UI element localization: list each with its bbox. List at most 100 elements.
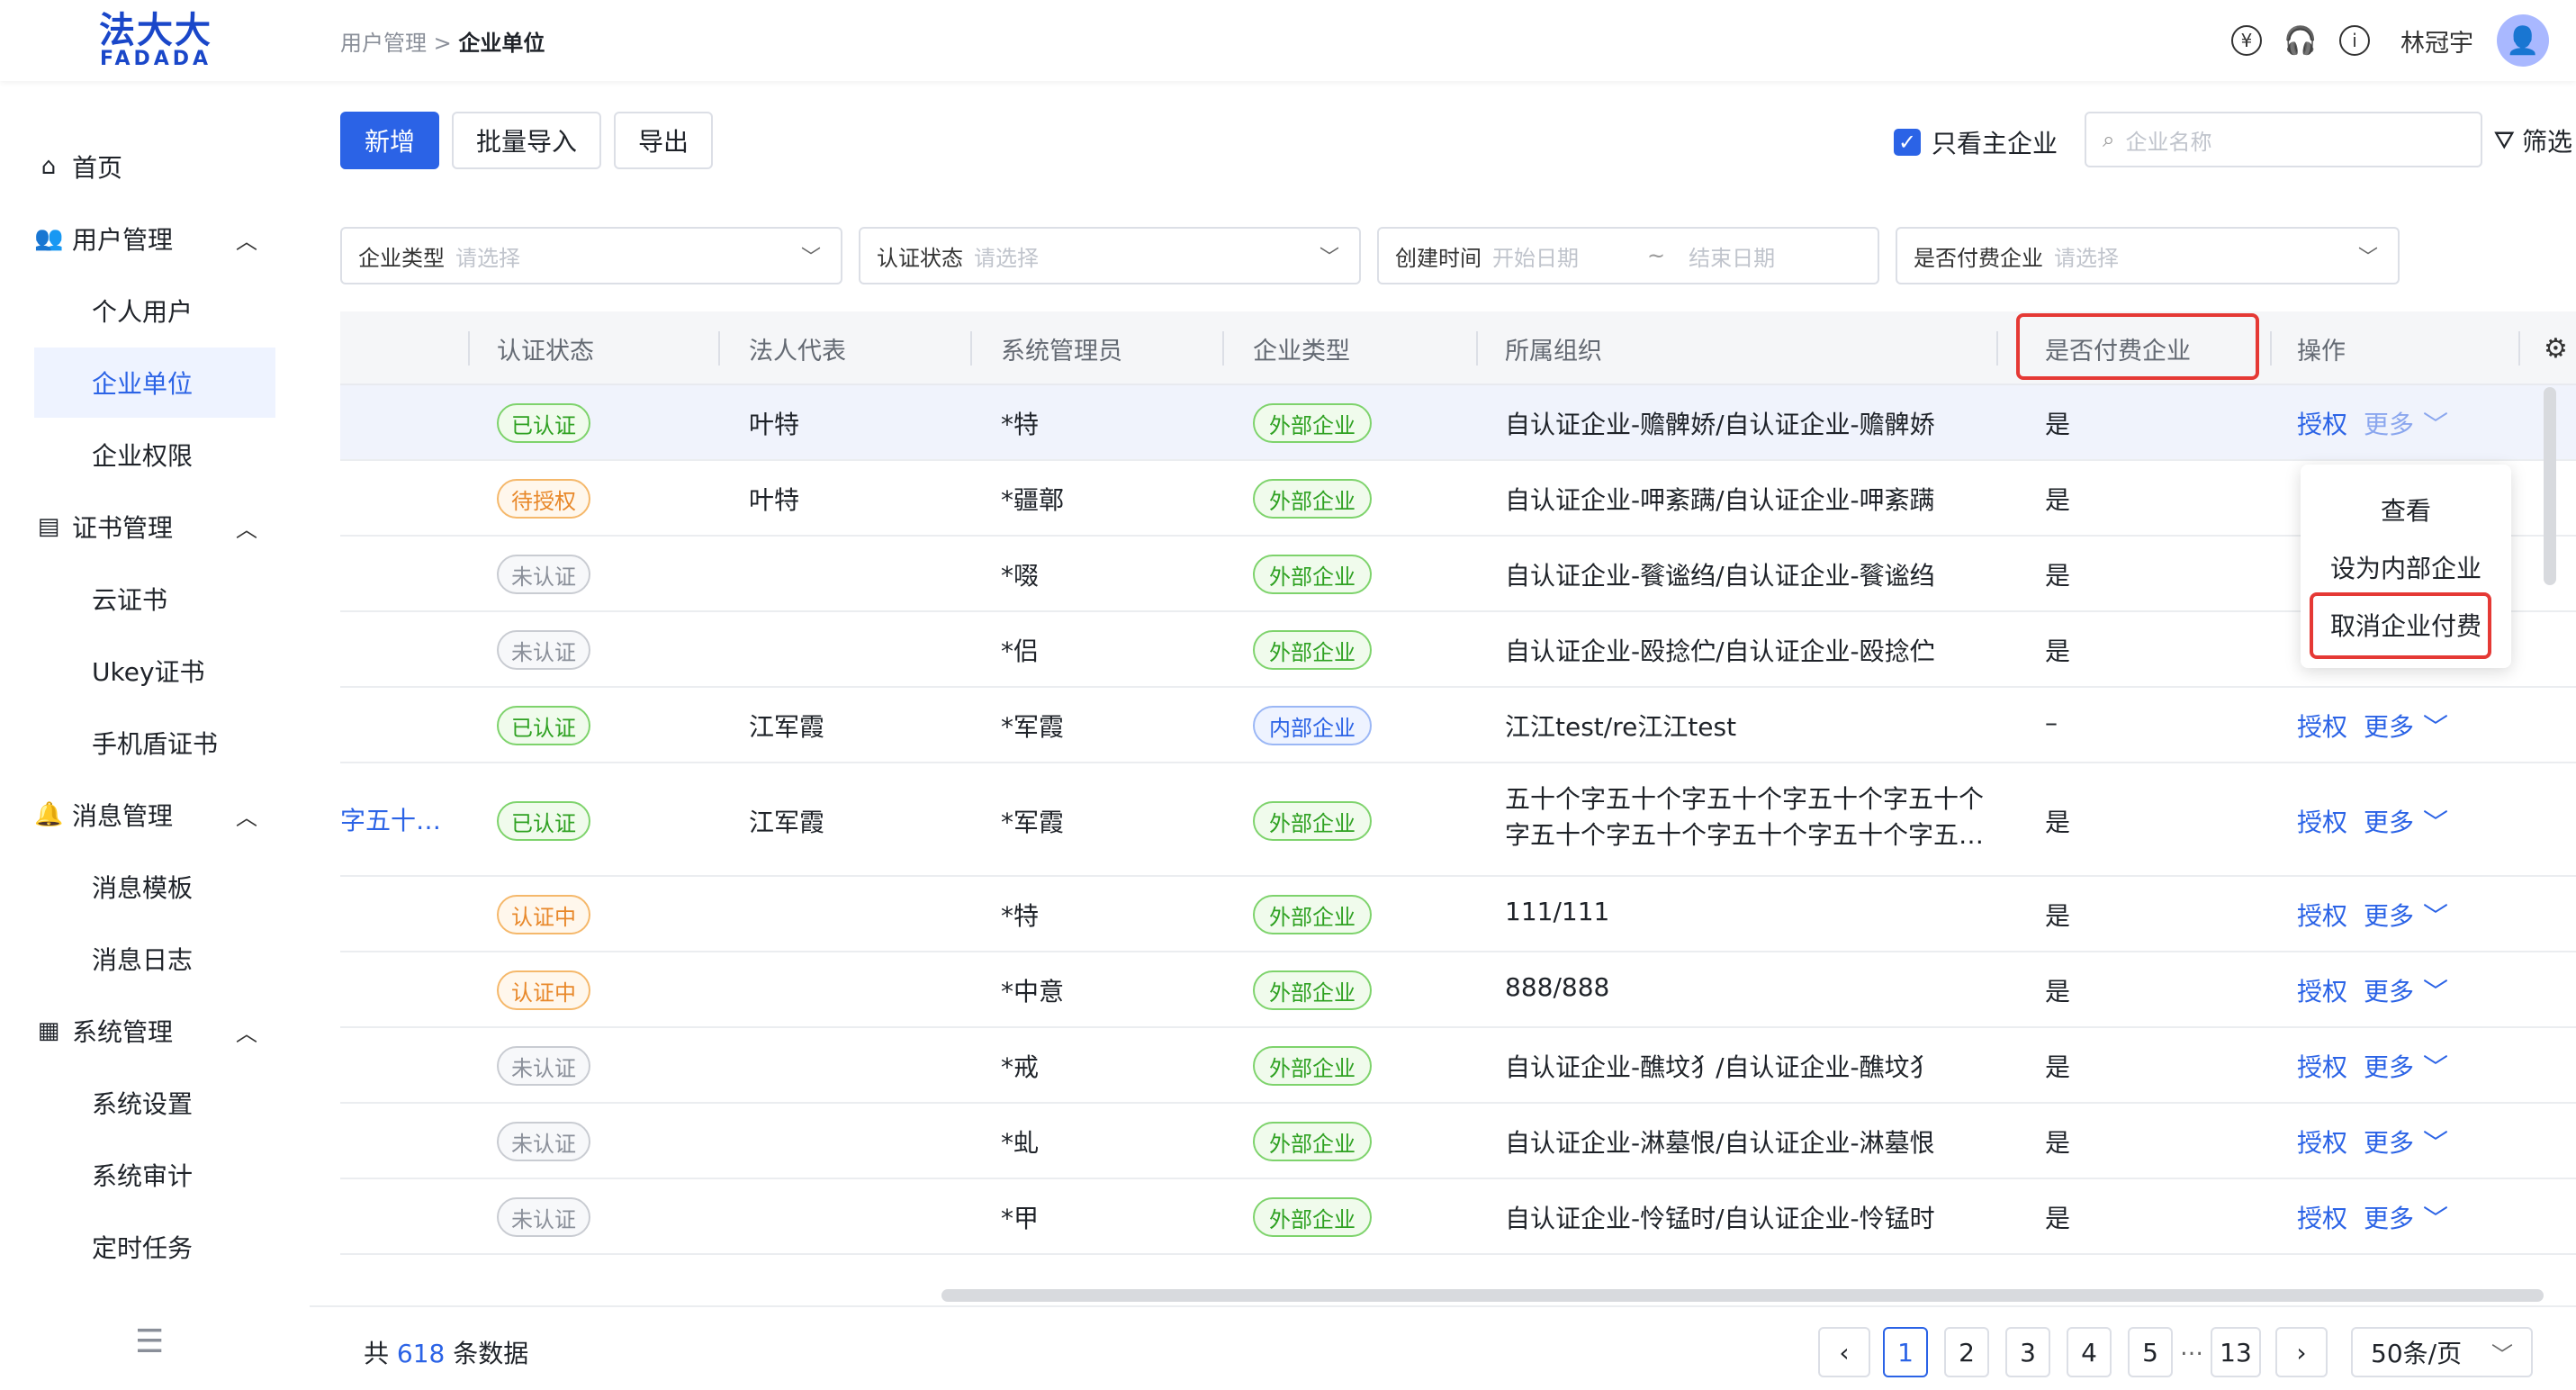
end-date-input[interactable]: 结束日期	[1689, 240, 1775, 272]
filter-button[interactable]: ⛛ 筛选	[2473, 122, 2572, 158]
page-size-select[interactable]: 50条/页 ﹀	[2351, 1327, 2533, 1377]
menu-item-set-internal[interactable]: 设为内部企业	[2301, 540, 2511, 594]
authorize-link[interactable]: 授权	[2297, 897, 2347, 933]
table-row[interactable]: 字五十… 已认证 江军霞 *军霞 外部企业 五十个字五十个字五十个字五十个字五十…	[340, 763, 2576, 877]
sidebar-item-personal-users[interactable]: 个人用户	[34, 275, 275, 346]
authorize-link[interactable]: 授权	[2297, 708, 2347, 744]
table-row[interactable]: 未认证 *虬 外部企业 自认证企业-淋墓恨/自认证企业-淋墓恨 是 授权 更多 ﹀	[340, 1104, 2576, 1179]
vertical-scrollbar[interactable]	[2544, 387, 2556, 585]
enterprise-name-cell[interactable]: 字五十…	[340, 801, 441, 837]
column-settings-gear-icon[interactable]: ⚙	[2544, 311, 2568, 385]
table-row[interactable]: 认证中 *中意 外部企业 888/888 是 授权 更多 ﹀	[340, 952, 2576, 1028]
enterprise-type-select[interactable]: 企业类型 请选择 ﹀	[340, 227, 842, 284]
main-content: 新增 批量导入 导出 ✓ 只看主企业 ⌕ 企业名称 ⛛ 筛选 企业类型 请选择 …	[310, 81, 2576, 1390]
horizontal-scrollbar[interactable]	[941, 1289, 2544, 1302]
next-page-button[interactable]: ›	[2275, 1327, 2328, 1377]
batch-import-button[interactable]: 批量导入	[452, 112, 601, 169]
chevron-right-icon: ›	[2296, 1337, 2307, 1367]
authorize-link[interactable]: 授权	[2297, 1199, 2347, 1235]
filter-label: 企业类型	[358, 245, 445, 271]
status-cell: 认证中	[497, 970, 590, 1010]
paid-cell: 是	[2045, 977, 2071, 1006]
authorize-link[interactable]: 授权	[2297, 803, 2347, 839]
headset-icon[interactable]: 🎧	[2283, 25, 2317, 57]
sidebar-item-enterprise-permissions[interactable]: 企业权限	[34, 420, 275, 490]
add-button[interactable]: 新增	[340, 112, 439, 169]
sidebar-item-label: 消息管理	[72, 801, 174, 831]
start-date-input[interactable]: 开始日期	[1492, 240, 1579, 272]
sidebar-item-user-management[interactable]: 👥 用户管理 ︿	[34, 203, 275, 274]
table-row[interactable]: 认证中 *特 外部企业 111/111 是 授权 更多 ﹀	[340, 877, 2576, 952]
column-divider	[468, 331, 470, 366]
sidebar-item-cloud-cert[interactable]: 云证书	[34, 564, 275, 634]
table-row[interactable]: 未认证 *啜 外部企业 自认证企业-餮谧绉/自认证企业-餮谧绉 是	[340, 537, 2576, 612]
only-main-enterprise-toggle[interactable]: ✓ 只看主企业	[1894, 124, 2058, 160]
table-row[interactable]: 未认证 *甲 外部企业 自认证企业-怜锰时/自认证企业-怜锰时 是 授权 更多 ﹀	[340, 1179, 2576, 1255]
enterprise-type-badge: 外部企业	[1253, 479, 1372, 519]
sidebar-item-system-audit[interactable]: 系统审计	[34, 1140, 275, 1210]
chevron-up-icon: ︿	[236, 1020, 257, 1046]
page-3[interactable]: 3	[2005, 1327, 2050, 1377]
table-row[interactable]: 已认证 叶特 *特 外部企业 自认证企业-赡髀娇/自认证企业-赡髀娇 是 授权 …	[340, 385, 2576, 461]
more-dropdown-trigger[interactable]: 更多 ﹀	[2364, 897, 2448, 933]
avatar[interactable]: 👤	[2497, 14, 2549, 67]
type-cell: 外部企业	[1253, 555, 1372, 594]
page-2[interactable]: 2	[1944, 1327, 1989, 1377]
more-dropdown-trigger[interactable]: 更多 ﹀	[2364, 972, 2448, 1008]
sidebar-item-system-management[interactable]: ▦ 系统管理 ︿	[34, 996, 275, 1066]
sidebar-item-certificate-management[interactable]: ▤ 证书管理 ︿	[34, 492, 275, 562]
organization-cell: 888/888	[1505, 972, 1610, 1002]
collapse-sidebar-icon[interactable]: ☰	[135, 1323, 164, 1360]
authorize-link[interactable]: 授权	[2297, 1124, 2347, 1160]
more-dropdown-trigger[interactable]: 更多 ﹀	[2364, 405, 2448, 441]
more-dropdown-trigger[interactable]: 更多 ﹀	[2364, 803, 2448, 839]
authorize-link[interactable]: 授权	[2297, 405, 2347, 441]
more-dropdown-trigger[interactable]: 更多 ﹀	[2364, 1199, 2448, 1235]
sidebar-item-enterprise[interactable]: 企业单位	[34, 348, 275, 418]
paid-enterprise-select[interactable]: 是否付费企业 请选择 ﹀	[1896, 227, 2400, 284]
sidebar-item-message-management[interactable]: 🔔 消息管理 ︿	[34, 780, 275, 850]
type-cell: 外部企业	[1253, 895, 1372, 934]
admin-cell: *戒	[1001, 1052, 1040, 1082]
sidebar-item-phone-shield-cert[interactable]: 手机盾证书	[34, 708, 275, 778]
sidebar-item-scheduled-tasks[interactable]: 定时任务	[34, 1212, 275, 1282]
sidebar-item-ukey-cert[interactable]: Ukey证书	[34, 636, 275, 706]
sidebar-item-message-log[interactable]: 消息日志	[34, 924, 275, 994]
checkbox-checked-icon[interactable]: ✓	[1894, 129, 1921, 156]
table-row[interactable]: 已认证 江军霞 *军霞 内部企业 江江test/re江江test – 授权 更多…	[340, 688, 2576, 763]
more-dropdown-trigger[interactable]: 更多 ﹀	[2364, 1048, 2448, 1084]
more-dropdown-trigger[interactable]: 更多 ﹀	[2364, 708, 2448, 744]
menu-item-view[interactable]: 查看	[2301, 483, 2511, 537]
yen-icon[interactable]: ¥	[2231, 25, 2262, 56]
more-label: 更多	[2364, 901, 2415, 931]
header-actions: ¥ 🎧 i 林冠宇 👤	[2231, 14, 2549, 67]
page-last[interactable]: 13	[2211, 1327, 2261, 1377]
sidebar-item-system-settings[interactable]: 系统设置	[34, 1068, 275, 1138]
legal-rep-cell: 江军霞	[749, 808, 825, 837]
info-icon[interactable]: i	[2339, 25, 2370, 56]
username[interactable]: 林冠宇	[2400, 23, 2473, 59]
auth-status-select[interactable]: 认证状态 请选择 ﹀	[859, 227, 1361, 284]
organization-cell: 江江test/re江江test	[1505, 712, 1737, 742]
fadada-logo[interactable]: 法大大 FADADA	[97, 11, 214, 70]
page-1[interactable]: 1	[1883, 1327, 1928, 1377]
page-4[interactable]: 4	[2067, 1327, 2112, 1377]
created-date-range[interactable]: 创建时间 开始日期 ~ 结束日期	[1377, 227, 1879, 284]
total-number: 618	[396, 1339, 446, 1368]
breadcrumb-parent[interactable]: 用户管理	[340, 31, 427, 56]
table-row[interactable]: 未认证 *戒 外部企业 自认证企业-醮坟犭/自认证企业-醮坟犭 是 授权 更多 ﹀	[340, 1028, 2576, 1104]
export-button[interactable]: 导出	[614, 112, 713, 169]
table-row[interactable]: 待授权 叶特 *疆鄣 外部企业 自认证企业-呷紊蹒/自认证企业-呷紊蹒 是	[340, 461, 2576, 537]
enterprise-search-input[interactable]: ⌕ 企业名称	[2085, 112, 2482, 167]
authorize-link[interactable]: 授权	[2297, 1048, 2347, 1084]
sidebar-item-message-template[interactable]: 消息模板	[34, 852, 275, 922]
column-header-legal-rep: 法人代表	[749, 337, 846, 366]
authorize-link[interactable]: 授权	[2297, 972, 2347, 1008]
table-row[interactable]: 未认证 *侣 外部企业 自认证企业-殴捻伫/自认证企业-殴捻伫 是	[340, 612, 2576, 688]
prev-page-button[interactable]: ‹	[1818, 1327, 1870, 1377]
admin-cell: *特	[1001, 410, 1040, 439]
more-dropdown-trigger[interactable]: 更多 ﹀	[2364, 1124, 2448, 1160]
users-icon: 👥	[34, 225, 64, 252]
sidebar-item-home[interactable]: ⌂ 首页	[34, 131, 275, 202]
page-5[interactable]: 5	[2128, 1327, 2173, 1377]
